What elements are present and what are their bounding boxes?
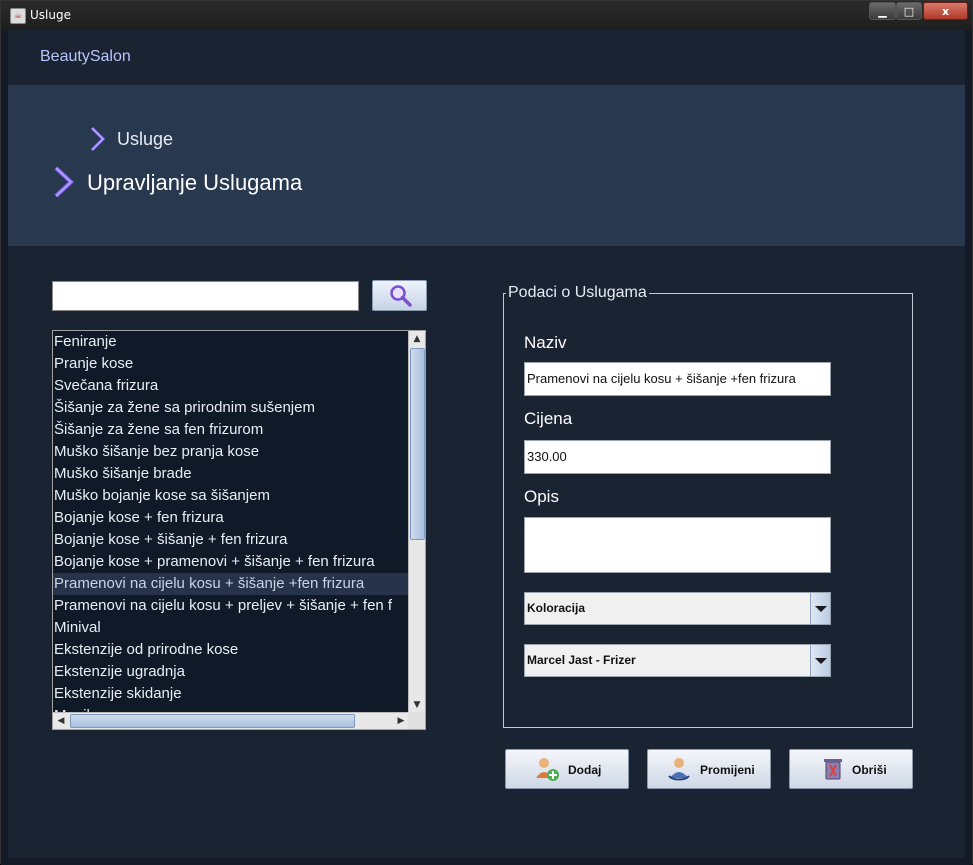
window-title: Usluge [30,8,71,22]
list-item[interactable]: Muško šišanje bez pranja kose [53,441,425,463]
category-select[interactable]: Koloracija [524,592,831,625]
application-window: ☕ Usluge ▁ □ x BeautySalon Usluge Upravl… [0,0,973,865]
window-frame-left [1,30,8,865]
services-list-items: Feniranje Pranje kose Svečana frizura Šišan… [53,331,425,727]
list-item[interactable]: Pramenovi na cijelu kosu + preljev + šiš… [53,595,425,617]
brand-title: BeautySalon [40,48,131,65]
chevron-down-icon[interactable] [810,645,830,676]
close-button[interactable]: x [923,2,968,20]
cijena-field[interactable]: 330.00 [524,440,831,474]
chevron-right-icon [54,166,74,198]
naziv-label: Naziv [524,333,567,352]
naziv-field[interactable]: Pramenovi na cijelu kosu + šišanje +fen … [524,362,831,396]
add-button-label: Dodaj [568,763,602,777]
delete-button-label: Obriši [852,763,887,777]
trash-icon [824,759,842,780]
category-select-value: Koloracija [527,601,586,615]
app-header: BeautySalon [8,30,965,85]
search-button[interactable] [372,280,427,311]
minimize-button[interactable]: ▁ [869,2,896,20]
delete-button[interactable]: Obriši [789,749,913,789]
scroll-down-arrow-icon[interactable]: ▼ [409,697,425,713]
window-frame-right [965,30,972,865]
chevron-right-icon [90,126,106,152]
list-item[interactable]: Pramenovi na cijelu kosu + šišanje +fen … [53,573,425,595]
search-input[interactable] [52,281,359,311]
scroll-up-arrow-icon[interactable]: ▲ [409,331,425,347]
breadcrumb: Usluge [117,129,174,149]
list-item[interactable]: Šišanje za žene sa fen frizurom [53,419,425,441]
add-button[interactable]: Dodaj [505,749,629,789]
list-item[interactable]: Ekstenzije skidanje [53,683,425,705]
details-legend: Podaci o Uslugama [506,284,649,302]
list-item[interactable]: Muško šišanje brade [53,463,425,485]
list-item[interactable]: Ekstenzije od prirodne kose [53,639,425,661]
list-item[interactable]: Pranje kose [53,353,425,375]
page-banner: Usluge Upravljanje Uslugama [8,85,965,246]
horizontal-scroll-thumb[interactable] [70,714,355,728]
list-item[interactable]: Minival [53,617,425,639]
vertical-scroll-thumb[interactable] [410,348,425,540]
magnifier-icon [390,285,412,307]
opis-textarea[interactable] [524,517,831,573]
list-item[interactable]: Šišanje za žene sa prirodnim sušenjem [53,397,425,419]
list-item[interactable]: Ekstenzije ugradnja [53,661,425,683]
list-item[interactable]: Svečana frizura [53,375,425,397]
maximize-button[interactable]: □ [896,2,922,20]
page-title: Upravljanje Uslugama [87,170,303,195]
list-item[interactable]: Feniranje [53,331,425,353]
cijena-label: Cijena [524,409,573,428]
list-item[interactable]: Bojanje kose + šišanje + fen frizura [53,529,425,551]
edit-user-icon [668,758,690,781]
scroll-left-arrow-icon[interactable]: ◀ [53,713,69,729]
vertical-scrollbar[interactable]: ▲ ▼ [408,331,425,713]
edit-button-label: Promijeni [700,763,755,777]
list-item[interactable]: Bojanje kose + pramenovi + šišanje + fen… [53,551,425,573]
title-bar[interactable]: ☕ Usluge ▁ □ x [1,1,972,30]
list-item[interactable]: Bojanje kose + fen frizura [53,507,425,529]
scroll-right-arrow-icon[interactable]: ▶ [393,713,409,729]
horizontal-scrollbar[interactable]: ◀ ▶ [53,712,409,729]
opis-label: Opis [524,487,559,506]
employee-select-value: Marcel Jast - Frizer [527,653,636,667]
edit-button[interactable]: Promijeni [647,749,771,789]
java-app-icon: ☕ [10,8,26,24]
chevron-down-icon[interactable] [810,593,830,624]
employee-select[interactable]: Marcel Jast - Frizer [524,644,831,677]
add-user-icon [536,758,559,781]
scroll-corner [408,712,425,729]
services-list[interactable]: Feniranje Pranje kose Svečana frizura Šišan… [52,330,426,730]
list-item[interactable]: Muško bojanje kose sa šišanjem [53,485,425,507]
